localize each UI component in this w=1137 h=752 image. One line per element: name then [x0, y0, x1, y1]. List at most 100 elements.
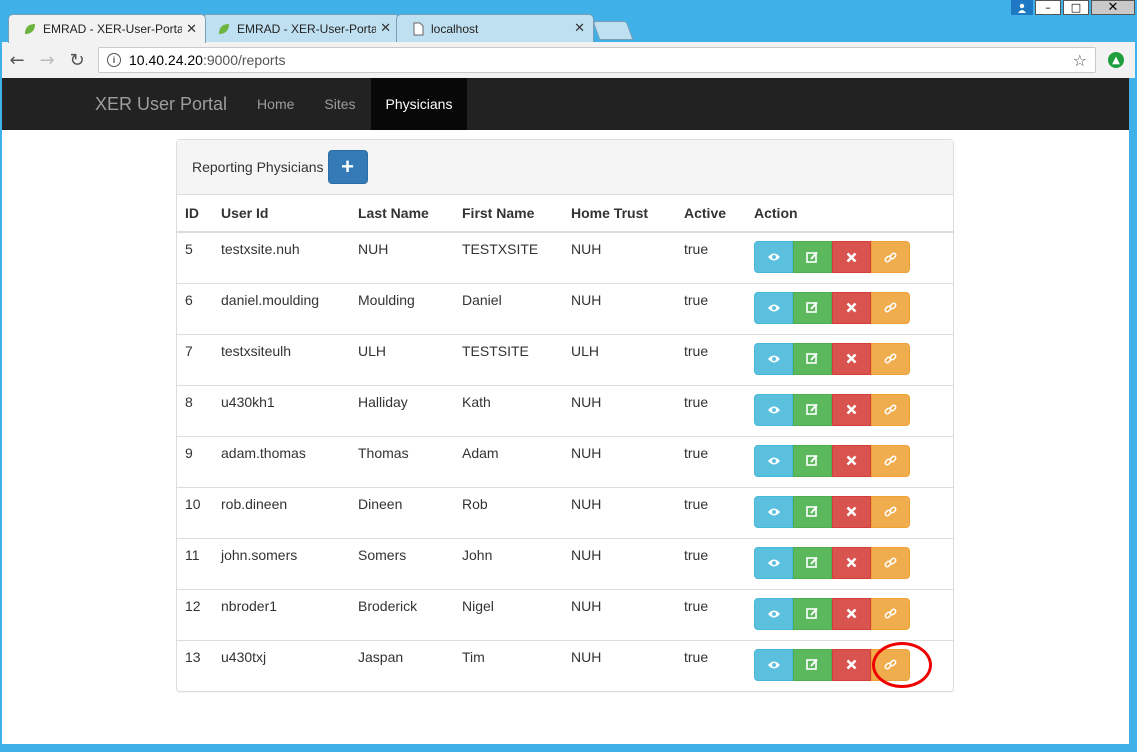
tab-strip: EMRAD - XER-User-Porta ✕ EMRAD - XER-Use…: [0, 12, 1137, 43]
panel-title: Reporting Physicians: [192, 159, 324, 175]
link-icon: [884, 505, 897, 518]
delete-button[interactable]: [832, 393, 871, 426]
delete-button[interactable]: [832, 546, 871, 579]
cell-id: 6: [177, 282, 213, 334]
cell-user-id: rob.dineen: [213, 486, 350, 538]
nav-sites[interactable]: Sites: [309, 78, 370, 130]
cell-actions: [746, 333, 953, 385]
cell-actions: [746, 282, 953, 334]
cell-home-trust: NUH: [563, 384, 676, 436]
link-icon: [884, 251, 897, 264]
view-button[interactable]: [754, 648, 793, 681]
tab-close-icon[interactable]: ✕: [186, 22, 197, 37]
edit-button[interactable]: [793, 444, 832, 477]
cell-active: true: [676, 486, 746, 538]
edit-button[interactable]: [793, 342, 832, 375]
cell-home-trust: ULH: [563, 333, 676, 385]
forward-arrow-icon[interactable]: →: [32, 50, 62, 71]
cell-id: 9: [177, 435, 213, 487]
edit-button[interactable]: [793, 241, 832, 273]
edit-button[interactable]: [793, 648, 832, 681]
eye-icon: [767, 354, 781, 364]
tab-title: EMRAD - XER-User-Porta: [43, 22, 183, 36]
link-button[interactable]: [871, 648, 910, 681]
delete-button[interactable]: [832, 495, 871, 528]
delete-button[interactable]: [832, 648, 871, 681]
delete-button[interactable]: [832, 597, 871, 630]
action-button-group: [754, 291, 945, 324]
delete-button[interactable]: [832, 444, 871, 477]
delete-button[interactable]: [832, 241, 871, 273]
link-button[interactable]: [871, 597, 910, 630]
update-arrow-icon[interactable]: ▲: [1108, 52, 1124, 68]
browser-tab-3[interactable]: localhost ✕: [396, 14, 594, 42]
link-button[interactable]: [871, 444, 910, 477]
delete-icon: [846, 353, 857, 364]
browser-tab-2[interactable]: EMRAD - XER-User-Porta ✕: [202, 14, 400, 42]
edit-button[interactable]: [793, 597, 832, 630]
view-button[interactable]: [754, 393, 793, 426]
view-button[interactable]: [754, 342, 793, 375]
link-button[interactable]: [871, 342, 910, 375]
tab-close-icon[interactable]: ✕: [574, 21, 585, 36]
address-bar[interactable]: i 10.40.24.20:9000/reports ☆: [98, 47, 1096, 73]
col-header-user-id: User Id: [213, 195, 350, 233]
url-path: :9000/reports: [202, 52, 286, 68]
eye-icon: [767, 405, 781, 415]
col-header-first-name: First Name: [454, 195, 563, 233]
edit-button[interactable]: [793, 291, 832, 324]
cell-id: 13: [177, 639, 213, 691]
link-button[interactable]: [871, 546, 910, 579]
back-arrow-icon[interactable]: ←: [2, 50, 32, 71]
edit-button[interactable]: [793, 495, 832, 528]
nav-physicians[interactable]: Physicians: [370, 78, 468, 130]
cell-id: 10: [177, 486, 213, 538]
cell-actions: [746, 435, 953, 487]
cell-user-id: testxsite.nuh: [221, 241, 300, 257]
cell-first-name: Daniel: [454, 282, 563, 334]
tab-close-icon[interactable]: ✕: [380, 21, 391, 36]
browser-tab-1[interactable]: EMRAD - XER-User-Porta ✕: [8, 14, 206, 43]
edit-button[interactable]: [793, 546, 832, 579]
link-icon: [884, 556, 897, 569]
new-tab-button[interactable]: [592, 21, 634, 40]
reload-icon[interactable]: ↻: [62, 50, 92, 71]
app-brand[interactable]: XER User Portal: [95, 78, 227, 130]
delete-button[interactable]: [832, 291, 871, 324]
cell-active: true: [676, 282, 746, 334]
delete-button[interactable]: [832, 342, 871, 375]
url-host: 10.40.24.20: [129, 52, 203, 68]
delete-icon: [846, 252, 857, 263]
add-physician-button[interactable]: +: [327, 150, 368, 184]
spring-leaf-icon: [219, 23, 229, 34]
link-button[interactable]: [871, 291, 910, 324]
delete-icon: [846, 557, 857, 568]
cell-id: 11: [177, 537, 213, 589]
view-button[interactable]: [754, 444, 793, 477]
tab-title: localhost: [431, 21, 479, 36]
page-icon: [413, 22, 424, 35]
page-viewport: XER User Portal Home Sites Physicians Re…: [2, 78, 1129, 744]
bookmark-star-icon[interactable]: ☆: [1073, 51, 1087, 70]
link-icon: [884, 352, 897, 365]
link-button[interactable]: [871, 241, 910, 273]
browser-toolbar: ← → ↻ i 10.40.24.20:9000/reports ☆ ▲: [2, 42, 1135, 78]
view-button[interactable]: [754, 241, 793, 273]
view-button[interactable]: [754, 597, 793, 630]
cell-last-name: ULH: [350, 333, 454, 385]
edit-icon: [806, 607, 819, 620]
nav-home[interactable]: Home: [242, 78, 309, 130]
cell-last-name: Broderick: [350, 588, 454, 640]
view-button[interactable]: [754, 495, 793, 528]
cell-actions: [746, 232, 953, 283]
cell-user-id: adam.thomas: [213, 435, 350, 487]
view-button[interactable]: [754, 291, 793, 324]
view-button[interactable]: [754, 546, 793, 579]
link-button[interactable]: [871, 495, 910, 528]
edit-button[interactable]: [793, 393, 832, 426]
link-button[interactable]: [871, 393, 910, 426]
cell-active: true: [676, 333, 746, 385]
cell-first-name: Nigel: [454, 588, 563, 640]
edit-icon: [806, 658, 819, 671]
info-icon[interactable]: i: [107, 53, 121, 67]
